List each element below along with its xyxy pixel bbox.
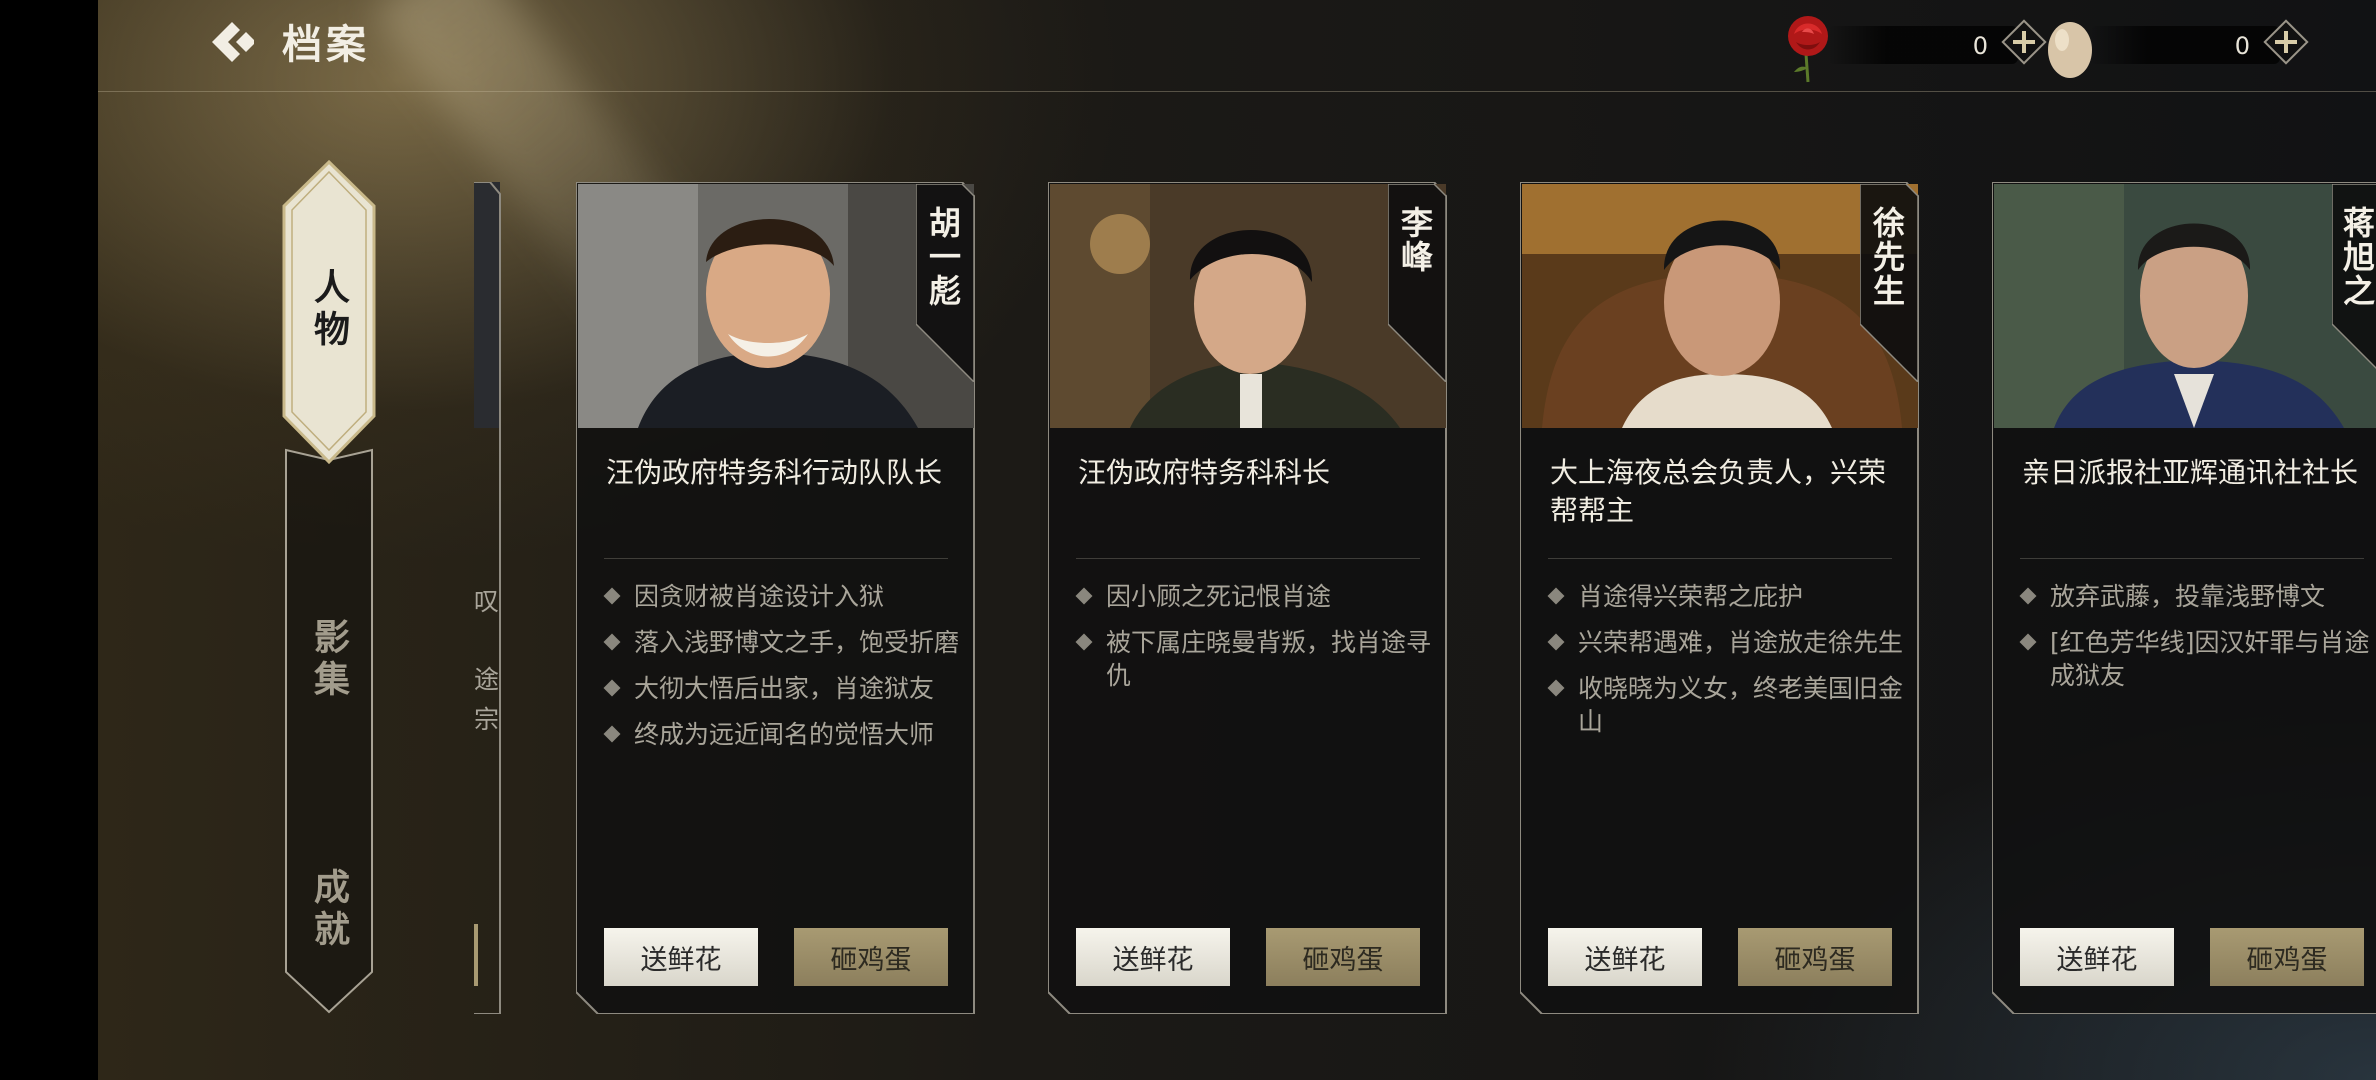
diamond-bullet-icon [2019, 633, 2037, 651]
character-portrait [578, 184, 974, 428]
rose-icon [1788, 16, 1828, 83]
throw-egg-button[interactable]: 砸鸡蛋 [1738, 928, 1892, 986]
event-list: 放弃武藤，投靠浅野博文 [红色芳华线]因汉奸罪与肖途成狱友 [2019, 580, 2376, 705]
diamond-bullet-icon [2019, 587, 2037, 605]
left-black-bar [0, 0, 98, 1080]
rose-count: 0 [1972, 32, 1988, 60]
tab-achievements-label: 成就 [308, 868, 350, 952]
throw-egg-button[interactable]: 砸鸡蛋 [794, 928, 948, 986]
event-item: 兴荣帮遇难，肖途放走徐先生 [1547, 626, 1910, 659]
tab-achievements[interactable]: 成就 [282, 810, 376, 1010]
event-item: 落入浅野博文之手，饱受折磨 [603, 626, 966, 659]
diamond-bullet-icon [603, 633, 621, 651]
character-role: 大上海夜总会负责人，兴荣帮帮主 [1550, 456, 1887, 527]
event-item: 终成为远近闻名的觉悟大师 [603, 718, 966, 751]
tab-album[interactable]: 影集 [282, 540, 376, 780]
diamond-bullet-icon [603, 679, 621, 697]
character-role: 汪伪政府特务科行动队队长 [606, 456, 943, 489]
event-item: 收晓晓为义女，终老美国旧金山 [1547, 672, 1910, 738]
event-item: 放弃武藤，投靠浅野博文 [2019, 580, 2376, 613]
event-item: 大彻大悟后出家，肖途狱友 [603, 672, 966, 705]
character-name: 李峰 [1396, 206, 1434, 274]
diamond-bullet-icon [1547, 633, 1565, 651]
back-arrow-icon[interactable] [208, 18, 260, 66]
diamond-bullet-icon [1075, 587, 1093, 605]
egg-icon [2048, 22, 2092, 78]
tab-people-label: 人物 [308, 268, 350, 352]
tab-album-label: 影集 [308, 618, 350, 702]
event-item: 因小顾之死记恨肖途 [1075, 580, 1438, 613]
egg-currency: 0 [2040, 14, 2350, 78]
character-name: 胡一彪 [924, 206, 962, 308]
character-portrait [1050, 184, 1446, 428]
event-item: 肖途得兴荣帮之庇护 [1547, 580, 1910, 613]
character-card[interactable]: 徐先生 大上海夜总会负责人，兴荣帮帮主 肖途得兴荣帮之庇护 兴荣帮遇难，肖途放走… [1520, 182, 1920, 1014]
partial-character-card[interactable]: 叹 途 宗 [474, 182, 502, 1014]
tab-people[interactable]: 人物 [282, 160, 376, 460]
character-role: 汪伪政府特务科科长 [1078, 456, 1331, 489]
diamond-bullet-icon [1075, 633, 1093, 651]
egg-count-bar [2090, 26, 2280, 64]
character-portrait [1994, 184, 2376, 428]
card-divider [2020, 558, 2364, 559]
diamond-bullet-icon [603, 587, 621, 605]
send-flower-button[interactable]: 送鲜花 [604, 928, 758, 986]
character-role: 亲日派报社亚辉通讯社社长 [2022, 456, 2359, 489]
event-list: 因小顾之死记恨肖途 被下属庄晓曼背叛，找肖途寻仇 [1075, 580, 1438, 705]
throw-egg-button[interactable]: 砸鸡蛋 [2210, 928, 2364, 986]
character-name: 蒋旭之 [2338, 206, 2376, 308]
rose-count-bar [1828, 26, 2018, 64]
diamond-bullet-icon [603, 725, 621, 743]
event-item: [红色芳华线]因汉奸罪与肖途成狱友 [2019, 626, 2376, 692]
send-flower-button[interactable]: 送鲜花 [1076, 928, 1230, 986]
category-tabs: 人物 影集 成就 [282, 160, 376, 1020]
card-divider [1076, 558, 1420, 559]
partial-card-text: 叹 途 宗 [474, 587, 500, 734]
send-flower-button[interactable]: 送鲜花 [2020, 928, 2174, 986]
throw-egg-button[interactable]: 砸鸡蛋 [1266, 928, 1420, 986]
page-title: 档案 [282, 21, 370, 68]
egg-count: 0 [2234, 32, 2250, 60]
send-flower-button[interactable]: 送鲜花 [1548, 928, 1702, 986]
top-header: 档案 0 0 [98, 0, 2376, 92]
add-egg-plus-icon[interactable] [2262, 18, 2310, 66]
character-card[interactable]: 胡一彪 汪伪政府特务科行动队队长 因贪财被肖途设计入狱 落入浅野博文之手，饱受折… [576, 182, 976, 1014]
character-name: 徐先生 [1868, 206, 1906, 308]
event-list: 因贪财被肖途设计入狱 落入浅野博文之手，饱受折磨 大彻大悟后出家，肖途狱友 终成… [603, 580, 966, 764]
character-portrait [1522, 184, 1918, 428]
card-divider [604, 558, 948, 559]
diamond-bullet-icon [1547, 587, 1565, 605]
character-card[interactable]: 蒋旭之 亲日派报社亚辉通讯社社长 放弃武藤，投靠浅野博文 [红色芳华线]因汉奸罪… [1992, 182, 2376, 1014]
diamond-bullet-icon [1547, 679, 1565, 697]
card-divider [1548, 558, 1892, 559]
event-item: 被下属庄晓曼背叛，找肖途寻仇 [1075, 626, 1438, 692]
event-item: 因贪财被肖途设计入狱 [603, 580, 966, 613]
event-list: 肖途得兴荣帮之庇护 兴荣帮遇难，肖途放走徐先生 收晓晓为义女，终老美国旧金山 [1547, 580, 1910, 751]
character-card[interactable]: 李峰 汪伪政府特务科科长 因小顾之死记恨肖途 被下属庄晓曼背叛，找肖途寻仇 送鲜… [1048, 182, 1448, 1014]
